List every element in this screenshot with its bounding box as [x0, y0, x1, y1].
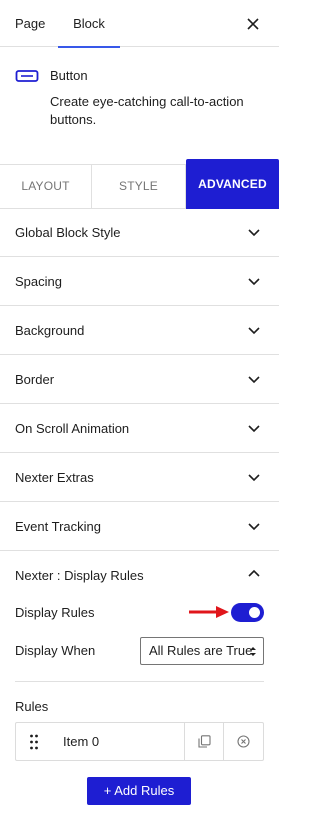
duplicate-rule-button[interactable]	[184, 723, 224, 760]
panel-label: On Scroll Animation	[15, 421, 130, 436]
panel-label: Spacing	[15, 274, 62, 289]
close-icon	[247, 18, 259, 30]
chevron-up-icon	[248, 569, 260, 577]
chevron-down-icon	[248, 327, 260, 335]
chevron-down-icon	[248, 474, 260, 482]
display-when-select[interactable]: All Rules are True	[140, 637, 264, 665]
toggle-knob	[249, 607, 260, 618]
block-title: Button	[50, 68, 88, 83]
rule-item[interactable]: Item 0	[15, 722, 264, 761]
chevron-down-icon	[248, 523, 260, 531]
select-caret-icon	[250, 647, 256, 656]
tab-block[interactable]: Block	[58, 0, 120, 48]
panel-label: Nexter : Display Rules	[15, 568, 144, 583]
panel-background[interactable]: Background	[0, 306, 279, 355]
sidebar-header: Page Block	[0, 0, 279, 48]
close-button[interactable]	[241, 12, 265, 36]
remove-rule-button[interactable]	[223, 723, 263, 760]
chevron-down-icon	[248, 278, 260, 286]
panel-label: Global Block Style	[15, 225, 121, 240]
chevron-down-icon	[248, 229, 260, 237]
rules-label: Rules	[15, 699, 49, 714]
display-rules-panel-header[interactable]: Nexter : Display Rules	[0, 551, 279, 600]
panel-label: Nexter Extras	[15, 470, 94, 485]
tab-page[interactable]: Page	[15, 0, 45, 47]
panel-global-block-style[interactable]: Global Block Style	[0, 208, 279, 257]
panel-label: Event Tracking	[15, 519, 101, 534]
chevron-down-icon	[248, 376, 260, 384]
panel-spacing[interactable]: Spacing	[0, 257, 279, 306]
display-rules-label: Display Rules	[15, 605, 95, 620]
panel-event-tracking[interactable]: Event Tracking	[0, 502, 279, 551]
panel-nexter-extras[interactable]: Nexter Extras	[0, 453, 279, 502]
copy-icon	[198, 735, 211, 748]
panel-on-scroll-animation[interactable]: On Scroll Animation	[0, 404, 279, 453]
add-rules-button[interactable]: + Add Rules	[87, 777, 191, 805]
rule-item-title: Item 0	[63, 734, 100, 749]
divider	[15, 681, 264, 682]
remove-circle-icon	[237, 735, 250, 748]
tab-style[interactable]: STYLE	[92, 165, 186, 208]
panel-label: Border	[15, 372, 55, 387]
display-rules-toggle[interactable]	[231, 603, 264, 622]
panel-border[interactable]: Border	[0, 355, 279, 404]
block-description: Create eye-catching call-to-action butto…	[50, 94, 244, 127]
display-when-value: All Rules are True	[149, 643, 253, 658]
arrow-annotation-icon	[189, 606, 229, 618]
panel-label: Background	[15, 323, 85, 338]
tab-advanced[interactable]: ADVANCED	[186, 159, 279, 209]
display-when-label: Display When	[15, 643, 96, 658]
chevron-down-icon	[248, 425, 260, 433]
tab-layout[interactable]: LAYOUT	[0, 165, 92, 208]
drag-handle-icon[interactable]	[29, 733, 39, 751]
inspector-tabs: LAYOUT STYLE ADVANCED	[0, 159, 279, 209]
button-icon	[15, 70, 39, 82]
